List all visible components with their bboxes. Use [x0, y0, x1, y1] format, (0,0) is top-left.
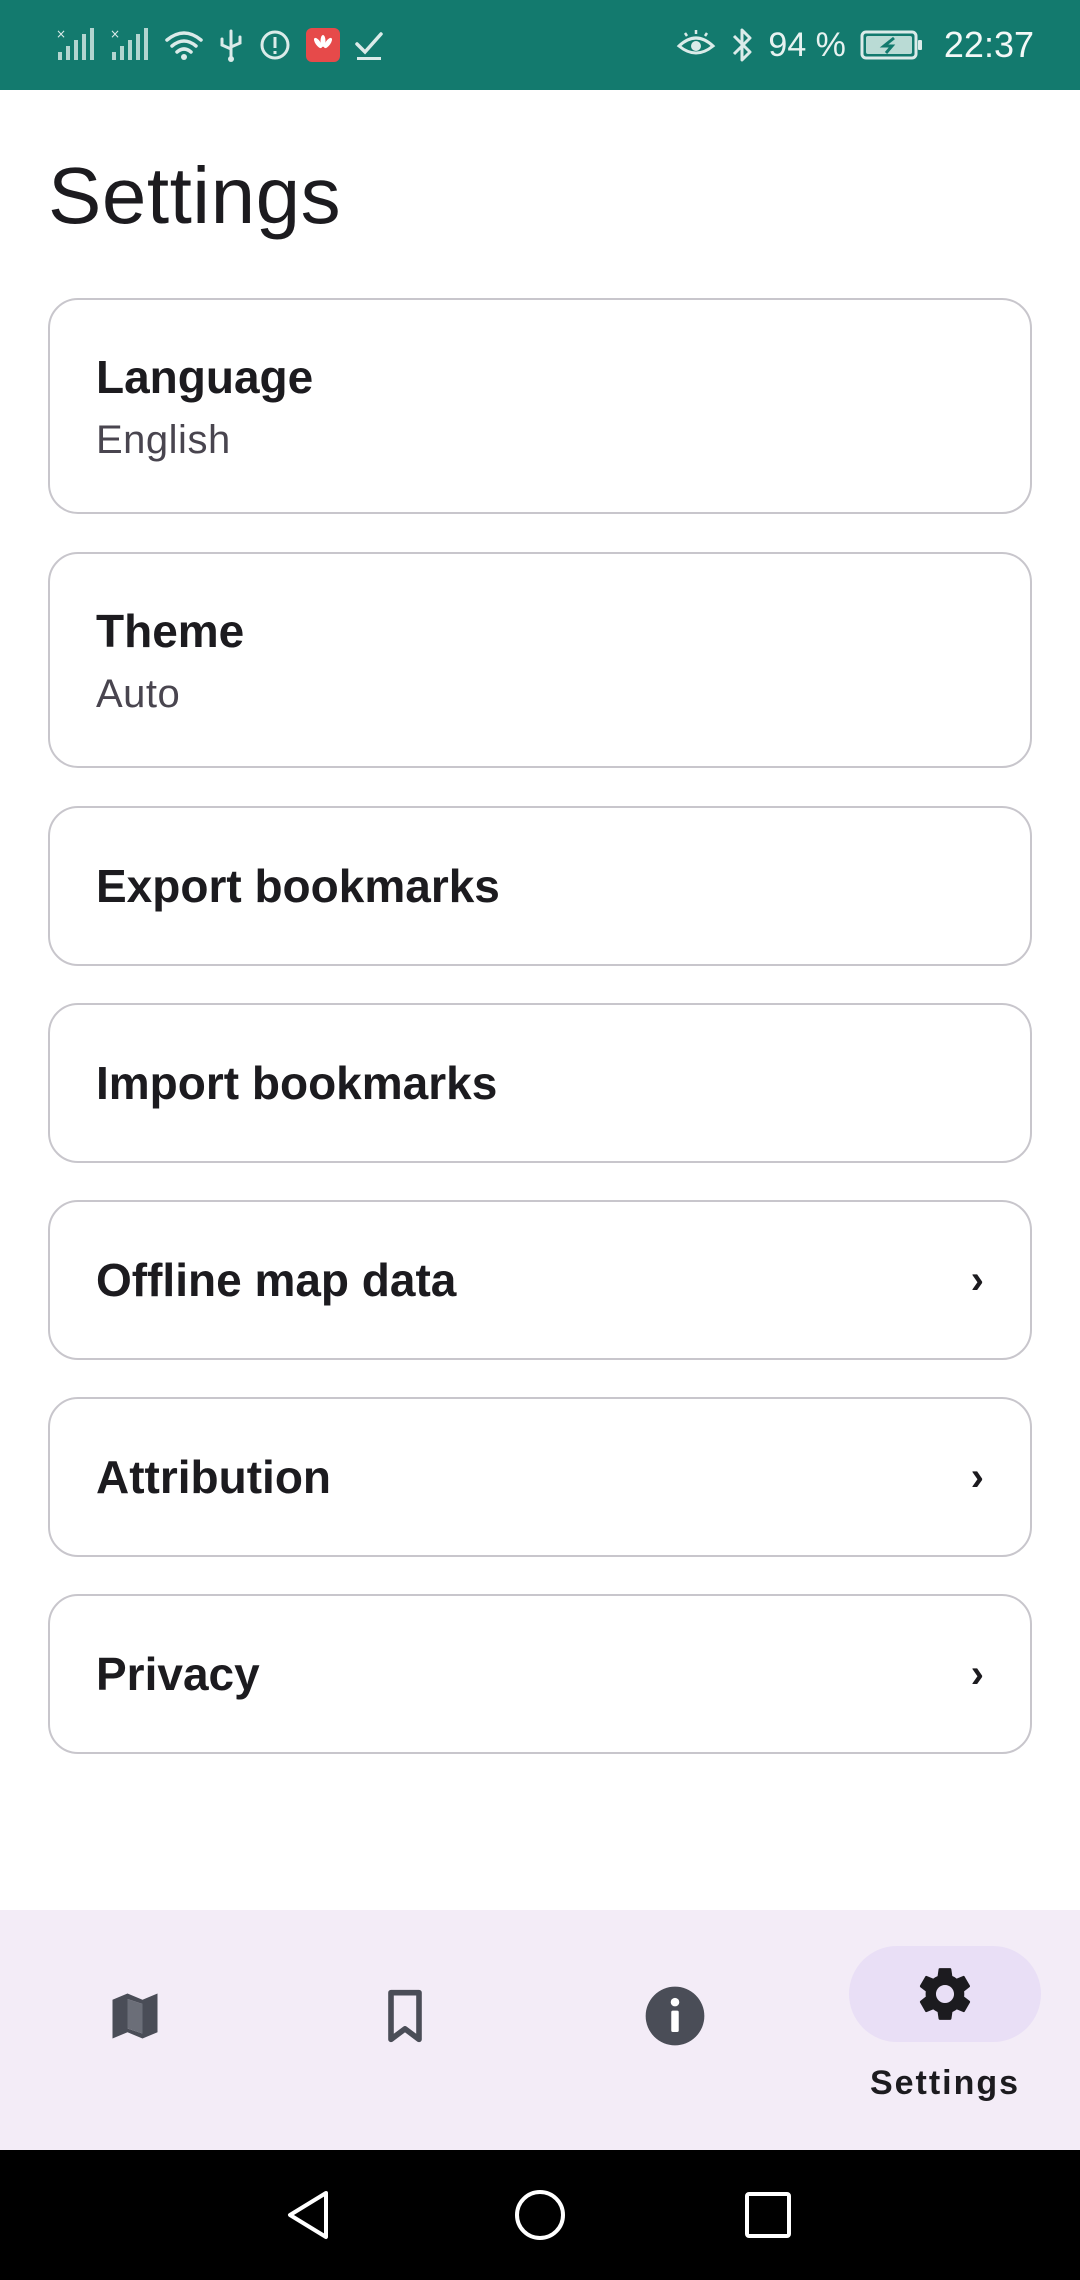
nav-settings-label: Settings: [869, 2064, 1021, 2102]
export-bookmarks-button[interactable]: Export bookmarks: [48, 806, 1032, 966]
nav-settings-pill: [849, 1946, 1041, 2042]
attribution-item[interactable]: Attribution ›: [48, 1397, 1032, 1557]
clock: 22:37: [943, 24, 1034, 65]
offline-map-data-label: Offline map data: [96, 1254, 457, 1306]
import-bookmarks-button[interactable]: Import bookmarks: [48, 1003, 1032, 1163]
nav-bookmarks-icon-wrap: [309, 1968, 501, 2064]
recents-button[interactable]: [708, 2150, 828, 2280]
privacy-item[interactable]: Privacy ›: [48, 1594, 1032, 1754]
nav-info-icon-wrap: [579, 1968, 771, 2064]
map-icon: [112, 1993, 158, 2039]
bluetooth-icon: [730, 26, 754, 64]
huawei-app-icon: [306, 28, 340, 62]
eye-comfort-icon: [676, 30, 716, 60]
theme-setting[interactable]: Theme Auto: [48, 552, 1032, 768]
import-bookmarks-label: Import bookmarks: [96, 1057, 498, 1109]
bottom-navigation: Settings: [0, 1910, 1080, 2150]
offline-map-data-item[interactable]: Offline map data ›: [48, 1200, 1032, 1360]
theme-title: Theme: [96, 604, 245, 657]
svg-text:×: ×: [110, 28, 120, 41]
recents-icon: [745, 2192, 791, 2238]
language-value: English: [96, 417, 231, 462]
theme-value: Auto: [96, 671, 181, 716]
battery-percent: 94 %: [768, 25, 846, 64]
page-title: Settings: [48, 151, 342, 240]
signal-2-icon: ×: [110, 28, 150, 62]
nav-map[interactable]: [0, 1910, 270, 2150]
nav-bookmarks[interactable]: [270, 1910, 540, 2150]
back-icon: [288, 2191, 328, 2239]
info-icon: [645, 1986, 705, 2046]
status-bar: × × 94 % 22:37: [0, 0, 1080, 90]
language-setting[interactable]: Language English: [48, 298, 1032, 514]
back-button[interactable]: [250, 2150, 370, 2280]
nav-map-icon-wrap: [39, 1968, 231, 2064]
signal-1-icon: ×: [56, 28, 96, 62]
wifi-icon: [164, 28, 204, 62]
attribution-label: Attribution: [96, 1451, 332, 1503]
battery-charging-icon: [860, 29, 924, 61]
system-navigation-bar: [0, 2150, 1080, 2280]
chevron-right-icon: ›: [970, 1257, 984, 1302]
gear-icon: [919, 1968, 971, 2020]
theme-text: Theme Auto: [96, 604, 244, 717]
nav-settings[interactable]: Settings: [810, 1910, 1080, 2150]
export-bookmarks-label: Export bookmarks: [96, 860, 500, 912]
privacy-label: Privacy: [96, 1648, 260, 1700]
status-bar-right: 94 % 22:37: [676, 24, 1034, 66]
nav-info[interactable]: [540, 1910, 810, 2150]
status-bar-left: × ×: [56, 27, 384, 63]
chevron-right-icon: ›: [970, 1454, 984, 1499]
chevron-right-icon: ›: [970, 1651, 984, 1696]
home-button[interactable]: [480, 2150, 600, 2280]
language-text: Language English: [96, 350, 313, 463]
svg-text:×: ×: [56, 28, 66, 41]
bookmark-icon: [388, 1989, 422, 2043]
language-title: Language: [96, 350, 314, 403]
usb-icon: [218, 27, 244, 63]
alert-icon: [258, 28, 292, 62]
home-icon: [515, 2190, 565, 2240]
check-icon: [354, 28, 384, 62]
